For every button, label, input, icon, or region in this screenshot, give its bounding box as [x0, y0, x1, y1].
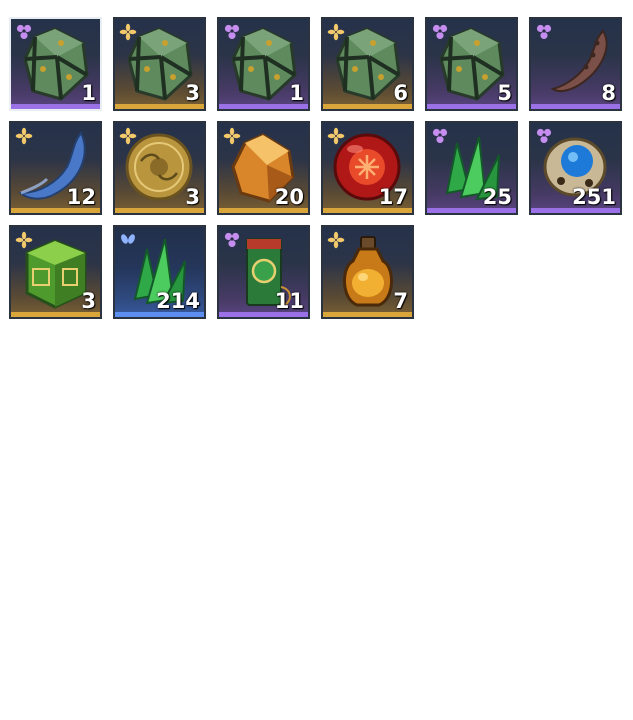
- rarity-blue-icon: [121, 234, 135, 244]
- item-count: 25: [482, 185, 512, 209]
- item-count: 12: [66, 185, 96, 209]
- inventory-slot[interactable]: 3: [9, 225, 102, 319]
- rarity-gold-icon: [223, 127, 241, 145]
- rarity-bar: [427, 104, 516, 109]
- inventory-slot[interactable]: 25: [425, 121, 518, 215]
- item-count: 20: [274, 185, 304, 209]
- inventory-slot[interactable]: 17: [321, 121, 414, 215]
- inventory-slot[interactable]: 6: [321, 17, 414, 111]
- rarity-bar: [11, 312, 100, 317]
- item-count: 3: [81, 289, 96, 313]
- rarity-gold-icon: [327, 23, 345, 41]
- inventory-slot[interactable]: 251: [529, 121, 622, 215]
- rarity-gold-icon: [15, 127, 33, 145]
- rarity-bar: [219, 312, 308, 317]
- inventory-slot[interactable]: 3: [113, 121, 206, 215]
- rarity-bar: [531, 208, 620, 213]
- rarity-gold-icon: [119, 127, 137, 145]
- item-count: 3: [185, 185, 200, 209]
- rarity-purple-icon: [536, 128, 552, 144]
- inventory-slot[interactable]: 12: [9, 121, 102, 215]
- rarity-bar: [11, 104, 100, 109]
- item-count: 8: [601, 81, 616, 105]
- rarity-bar: [115, 208, 204, 213]
- inventory-slot[interactable]: 8: [529, 17, 622, 111]
- rarity-purple-icon: [536, 24, 552, 40]
- rarity-bar: [115, 312, 204, 317]
- item-count: 3: [185, 81, 200, 105]
- rarity-bar: [323, 208, 412, 213]
- item-count: 5: [497, 81, 512, 105]
- item-count: 7: [393, 289, 408, 313]
- inventory-slot[interactable]: 1: [9, 17, 102, 111]
- rarity-gold-icon: [327, 231, 345, 249]
- rarity-bar: [115, 104, 204, 109]
- inventory-slot[interactable]: 7: [321, 225, 414, 319]
- inventory-slot[interactable]: 5: [425, 17, 518, 111]
- item-count: 214: [156, 289, 200, 313]
- inventory-slot[interactable]: 1: [217, 17, 310, 111]
- inventory-slot[interactable]: 3: [113, 17, 206, 111]
- rarity-bar: [427, 208, 516, 213]
- rarity-gold-icon: [15, 231, 33, 249]
- rarity-bar: [11, 208, 100, 213]
- inventory-slot[interactable]: 214: [113, 225, 206, 319]
- item-count: 251: [572, 185, 616, 209]
- rarity-bar: [323, 312, 412, 317]
- rarity-bar: [219, 208, 308, 213]
- rarity-bar: [531, 104, 620, 109]
- item-count: 1: [289, 81, 304, 105]
- rarity-purple-icon: [224, 232, 240, 248]
- item-count: 6: [393, 81, 408, 105]
- rarity-purple-icon: [432, 24, 448, 40]
- rarity-gold-icon: [327, 127, 345, 145]
- item-count: 11: [274, 289, 304, 313]
- item-count: 1: [81, 81, 96, 105]
- rarity-bar: [323, 104, 412, 109]
- inventory-slot[interactable]: 20: [217, 121, 310, 215]
- item-count: 17: [378, 185, 408, 209]
- rarity-gold-icon: [119, 23, 137, 41]
- rarity-purple-icon: [16, 24, 32, 40]
- rarity-purple-icon: [432, 128, 448, 144]
- inventory-slot[interactable]: 11: [217, 225, 310, 319]
- rarity-bar: [219, 104, 308, 109]
- rarity-purple-icon: [224, 24, 240, 40]
